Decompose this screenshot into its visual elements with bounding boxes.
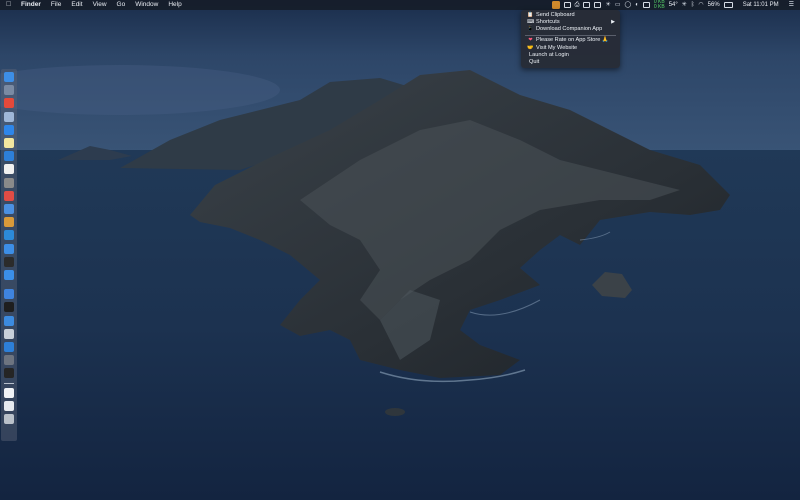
status-menu-dropdown: 📋 Send Clipboard ⌨ Shortcuts ▶ 📱 Downloa… xyxy=(521,10,620,68)
wifi-icon[interactable]: ◠ xyxy=(698,0,703,10)
preview-icon[interactable] xyxy=(4,111,14,122)
itunes-icon[interactable] xyxy=(4,164,14,175)
drive-icon[interactable] xyxy=(4,328,14,339)
maps-icon[interactable] xyxy=(4,204,14,214)
menu-quit-label: Quit xyxy=(529,59,540,66)
handshake-icon: 🤝 xyxy=(527,44,534,51)
clipboard-app-status-icon[interactable] xyxy=(551,1,560,9)
menu-send-clipboard-label: Send Clipboard xyxy=(536,11,575,18)
printer-status-icon[interactable]: ⎙ xyxy=(575,0,580,10)
menu-edit[interactable]: Edit xyxy=(66,0,87,10)
trash-icon[interactable] xyxy=(4,414,14,424)
network-speed[interactable]: 0 KB 0 KB xyxy=(654,0,665,10)
menu-shortcuts[interactable]: ⌨ Shortcuts ▶ xyxy=(521,19,620,26)
menu-view[interactable]: View xyxy=(88,0,112,10)
control-center-icon[interactable]: ☰ xyxy=(789,0,794,10)
sync-icon[interactable] xyxy=(4,289,14,300)
battery-percent[interactable]: 56% xyxy=(708,0,720,10)
calendar-status-icon[interactable] xyxy=(583,2,591,8)
store-icon[interactable] xyxy=(4,342,14,352)
safari-icon[interactable] xyxy=(4,190,14,201)
chrome-icon[interactable] xyxy=(4,98,14,109)
menu-quit[interactable]: Quit xyxy=(521,59,620,66)
vscode-icon[interactable] xyxy=(4,230,14,241)
screen-icon[interactable] xyxy=(4,355,14,366)
folder-icon[interactable] xyxy=(4,217,14,228)
launchpad-icon[interactable] xyxy=(4,85,14,96)
airplay-status-icon[interactable]: ▭ xyxy=(615,0,621,10)
finder-icon[interactable] xyxy=(4,72,14,82)
fan-status-icon[interactable]: ✳ xyxy=(682,0,687,10)
desktop-wallpaper xyxy=(0,0,800,500)
menu-visit-website-label: Visit My Website xyxy=(536,44,578,51)
menu-launch-at-login[interactable]: Launch at Login xyxy=(521,52,620,59)
menu-download-companion-label: Download Companion App xyxy=(536,26,603,33)
menu-download-companion[interactable]: 📱 Download Companion App xyxy=(521,26,620,33)
menu-launch-at-login-label: Launch at Login xyxy=(529,51,569,58)
messages-icon[interactable] xyxy=(4,270,14,280)
clipboard-icon: 📋 xyxy=(527,11,534,18)
menu-go[interactable]: Go xyxy=(112,0,131,10)
apple-logo-icon[interactable]:  xyxy=(6,0,16,10)
dock-separator xyxy=(4,382,14,384)
screen-status-icon[interactable] xyxy=(563,2,571,8)
volume-status-icon[interactable]: ◐ xyxy=(635,0,639,10)
menu-separator xyxy=(525,34,616,36)
menu-rate-app[interactable]: ❤ Please Rate on App Store 🙏 xyxy=(521,37,620,44)
phone-icon: 📱 xyxy=(527,26,534,33)
circle-status-icon[interactable]: ◯ xyxy=(625,0,632,10)
terminal-icon[interactable] xyxy=(4,302,14,313)
menu-window[interactable]: Window xyxy=(130,0,163,10)
network-down: 0 KB xyxy=(653,4,665,10)
menu-help[interactable]: Help xyxy=(163,0,186,10)
document-icon[interactable] xyxy=(4,387,14,398)
submenu-arrow-icon: ▶ xyxy=(611,18,615,25)
phone-status-icon[interactable] xyxy=(642,2,650,8)
terminal2-icon[interactable] xyxy=(4,368,14,379)
menu-file[interactable]: File xyxy=(46,0,66,10)
menu-rate-app-label: Please Rate on App Store 🙏 xyxy=(536,37,609,44)
menu-visit-website[interactable]: 🤝 Visit My Website xyxy=(521,45,620,52)
app-store-icon[interactable] xyxy=(4,124,14,135)
menu-shortcuts-label: Shortcuts xyxy=(536,18,560,25)
status-area: ⎙ ☀ ▭ ◯ ◐ 0 KB 0 KB 54° ✳ ᛒ ◠ 56% Sat 11… xyxy=(551,0,800,10)
brightness-status-icon[interactable]: ☀ xyxy=(605,0,610,10)
menu-finder[interactable]: Finder xyxy=(16,0,46,10)
copy-icon[interactable] xyxy=(4,243,14,254)
menu-bar:  Finder File Edit View Go Window Help ⎙… xyxy=(0,0,800,10)
mail-icon[interactable] xyxy=(4,315,14,326)
notes-icon[interactable] xyxy=(4,138,14,148)
heart-icon: ❤ xyxy=(528,37,533,44)
document2-icon[interactable] xyxy=(4,400,14,411)
menu-send-clipboard[interactable]: 📋 Send Clipboard xyxy=(521,12,620,19)
camera-obscura-icon[interactable] xyxy=(4,256,14,267)
xcode-icon[interactable] xyxy=(4,151,14,162)
dock xyxy=(1,69,17,441)
shortcuts-icon: ⌨ xyxy=(527,18,535,25)
bluetooth-icon[interactable]: ᛒ xyxy=(691,0,695,10)
display-status-icon[interactable] xyxy=(594,2,602,8)
battery-icon[interactable] xyxy=(723,2,733,8)
temperature-readout[interactable]: 54° xyxy=(669,0,678,10)
clock[interactable]: Sat 11:01 PM xyxy=(743,0,779,10)
camera-icon[interactable] xyxy=(4,177,14,188)
